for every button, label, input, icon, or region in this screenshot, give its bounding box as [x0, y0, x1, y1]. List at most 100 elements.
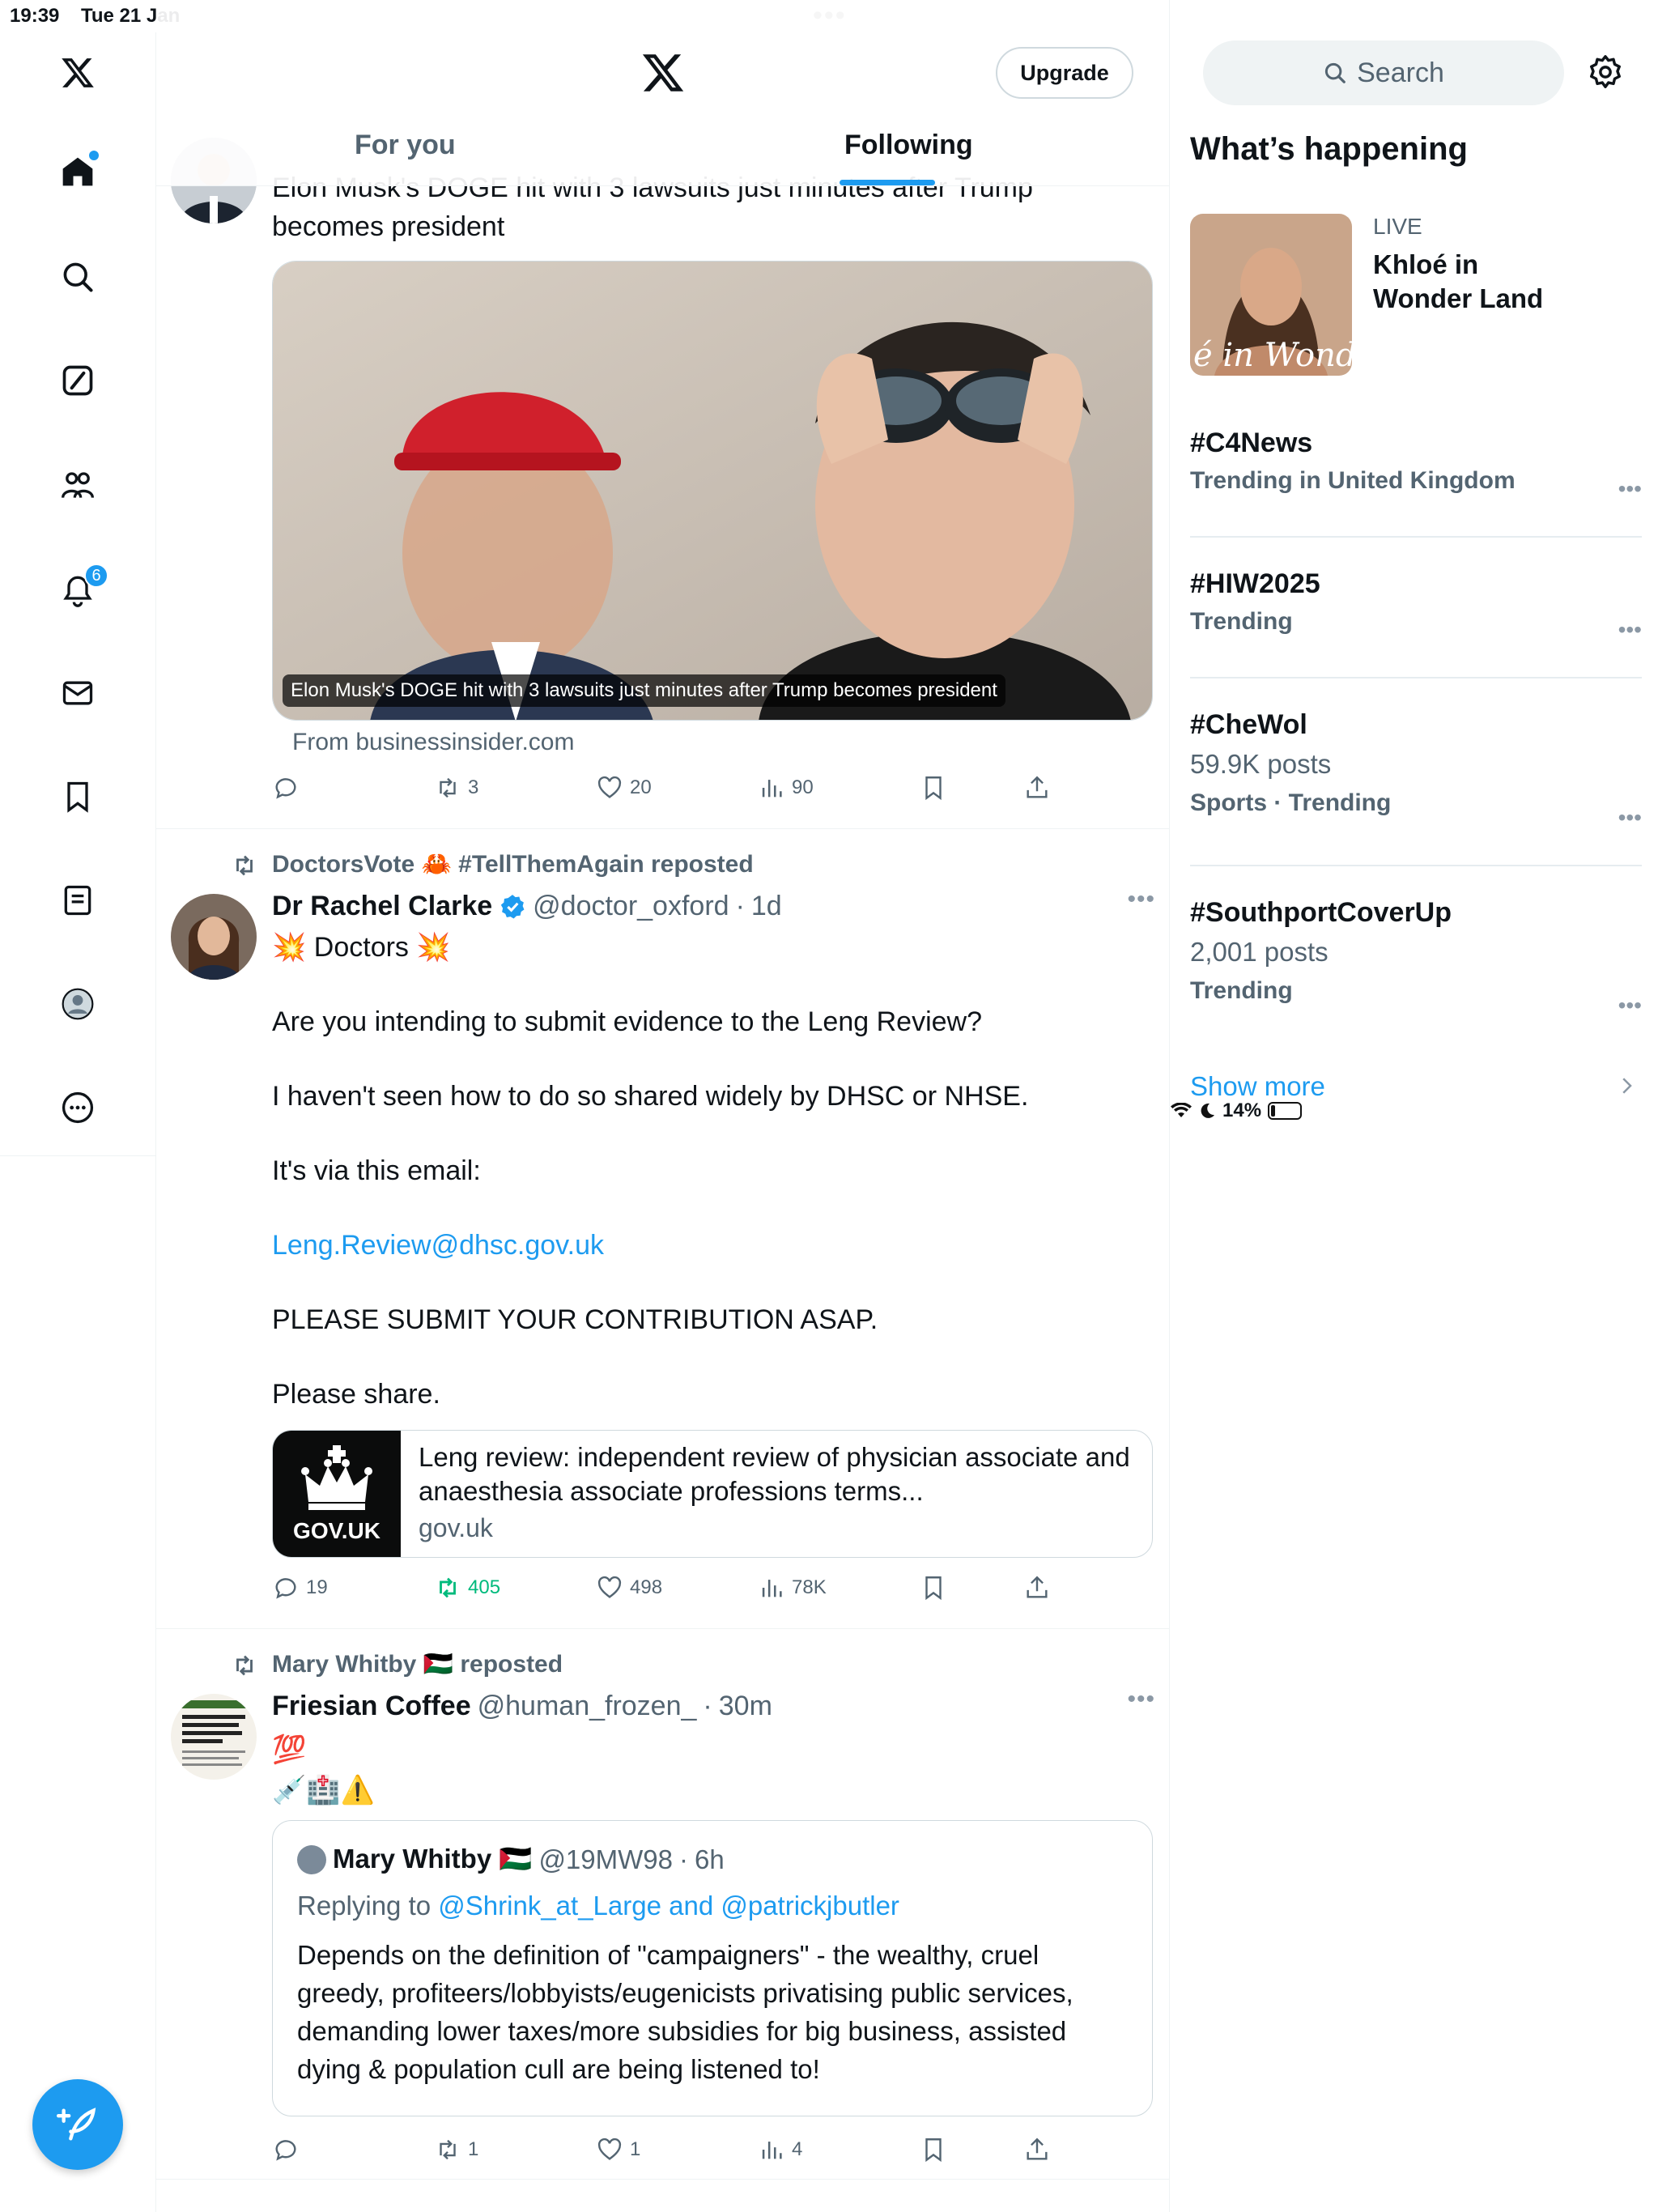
repost-icon	[440, 2139, 456, 2160]
post-header: Dr Rachel Clarke @doctor_oxford · 1d	[272, 891, 782, 922]
post-text: 💯 💉🏥⚠️	[272, 1729, 375, 1810]
repost-button[interactable]: 1	[434, 2136, 478, 2163]
author-name[interactable]: Friesian Coffee	[272, 1691, 471, 1722]
quoted-post[interactable]: Mary Whitby 🇵🇸 @19MW98 · 6h Replying to …	[272, 1820, 1153, 2116]
share-upload-icon	[1027, 1576, 1048, 1598]
heart-icon	[597, 776, 622, 798]
nav-communities[interactable]	[53, 462, 102, 510]
nav-search[interactable]	[53, 253, 102, 301]
reply-button[interactable]: 19	[272, 1574, 328, 1602]
email-link[interactable]: Leng.Review@dhsc.gov.uk	[272, 1226, 1146, 1265]
trend-item[interactable]: #CheWol 59.9K posts Sports · Trending ••…	[1190, 709, 1642, 830]
govuk-thumbnail: GOV.UK	[273, 1431, 401, 1557]
reply-button[interactable]	[272, 774, 306, 802]
nav-bookmarks[interactable]	[53, 772, 102, 821]
share-upload-icon	[1027, 2138, 1048, 2160]
trend-item[interactable]: #SouthportCoverUp 2,001 posts Trending •…	[1190, 897, 1642, 1018]
quoted-author-name: Mary Whitby 🇵🇸	[333, 1844, 533, 1874]
live-event[interactable]: é in Wonder l LIVE Khloé in Wonder Land	[1190, 214, 1658, 376]
search-input[interactable]: Search	[1203, 40, 1564, 105]
reposted-by[interactable]: DoctorsVote 🦀 #TellThemAgain reposted	[272, 850, 754, 878]
post-more-icon[interactable]: •••	[1127, 886, 1155, 913]
bookmark-button[interactable]	[920, 774, 947, 802]
reposted-by[interactable]: Mary Whitby 🇵🇸 reposted	[272, 1650, 563, 1678]
share-button[interactable]	[1023, 2136, 1051, 2163]
post-time[interactable]: 1d	[751, 891, 782, 922]
post-more-icon[interactable]: •••	[1127, 1686, 1155, 1713]
post-friesian-coffee[interactable]: Mary Whitby 🇵🇸 reposted Friesian Coffee …	[156, 1629, 1169, 2180]
nav-more[interactable]	[53, 1083, 102, 1132]
like-button[interactable]: 498	[596, 1574, 662, 1602]
share-upload-icon	[1027, 776, 1048, 798]
nav-profile[interactable]	[53, 980, 102, 1028]
link-source[interactable]: From businessinsider.com	[292, 729, 574, 756]
view-count: 4	[792, 2138, 803, 2160]
lists-icon	[64, 885, 91, 916]
trend-item[interactable]: #HIW2025 Trending •••	[1190, 568, 1642, 642]
views-chart-icon	[762, 1580, 782, 1597]
author-handle[interactable]: @doctor_oxford	[533, 891, 729, 922]
nav-notifications[interactable]: 6	[53, 564, 108, 614]
settings-gear-icon[interactable]	[1587, 53, 1624, 91]
tab-following[interactable]: Following	[844, 130, 973, 161]
like-button[interactable]: 20	[596, 774, 652, 802]
repost-icon	[236, 1655, 253, 1676]
post-emoji-line: 💉🏥⚠️	[272, 1775, 376, 1806]
author-handle[interactable]: @human_frozen_	[478, 1691, 697, 1722]
post-actions: 19 405 498 78K	[272, 1574, 1082, 1606]
trend-item[interactable]: #C4News Trending in United Kingdom •••	[1190, 428, 1642, 501]
x-logo-icon[interactable]	[640, 50, 686, 96]
trend-more-icon[interactable]: •••	[1618, 805, 1642, 831]
trend-context: Trending	[1190, 977, 1293, 1004]
like-button[interactable]: 1	[596, 2136, 640, 2163]
post-rachel-clarke[interactable]: DoctorsVote 🦀 #TellThemAgain reposted Dr…	[156, 829, 1169, 1629]
bookmark-button[interactable]	[920, 2136, 947, 2163]
repost-icon	[440, 777, 456, 798]
repost-count: 3	[468, 776, 479, 798]
reply-button[interactable]	[272, 2136, 306, 2163]
post-paragraph: PLEASE SUBMIT YOUR CONTRIBUTION ASAP.	[272, 1304, 878, 1335]
post-avatar[interactable]	[171, 894, 257, 980]
x-logo-icon[interactable]	[53, 49, 102, 97]
post-text: 💥 Doctors 💥 Are you intending to submit …	[272, 928, 1146, 1414]
post-avatar[interactable]	[171, 1694, 257, 1780]
post-link-image[interactable]: Elon Musk's DOGE hit with 3 lawsuits jus…	[272, 261, 1153, 721]
trend-more-icon[interactable]: •••	[1618, 617, 1642, 643]
views-button[interactable]: 4	[758, 2136, 802, 2163]
upgrade-button[interactable]: Upgrade	[996, 47, 1133, 99]
tab-for-you[interactable]: For you	[355, 130, 456, 161]
post-time[interactable]: 30m	[719, 1691, 772, 1722]
repost-count: 1	[468, 2138, 479, 2160]
compose-post-button[interactable]	[32, 2079, 123, 2170]
nav-lists[interactable]	[53, 876, 102, 925]
share-button[interactable]	[1023, 774, 1051, 802]
repost-button[interactable]: 3	[434, 774, 478, 802]
reply-count: 19	[306, 1576, 328, 1598]
nav-home[interactable]	[53, 147, 102, 196]
views-button[interactable]: 90	[758, 774, 814, 802]
left-navigation: 6	[0, 32, 156, 1156]
nav-grok[interactable]	[53, 356, 102, 405]
status-time: 19:39	[10, 5, 60, 27]
separator-dot: ·	[735, 891, 745, 921]
show-more-link[interactable]: Show more	[1190, 1071, 1325, 1102]
post-emoji-line: 💯	[272, 1734, 307, 1765]
reply-icon	[275, 1578, 296, 1599]
share-button[interactable]	[1023, 1574, 1051, 1602]
link-card[interactable]: GOV.UK Leng review: independent review o…	[272, 1430, 1153, 1558]
image-caption: Elon Musk's DOGE hit with 3 lawsuits jus…	[283, 674, 1005, 707]
post-actions: 1 1 4	[272, 2136, 1082, 2168]
repost-button[interactable]: 405	[434, 1574, 500, 1602]
live-label: LIVE	[1373, 214, 1422, 239]
trend-more-icon[interactable]: •••	[1618, 993, 1642, 1019]
separator-dot: ·	[703, 1691, 712, 1721]
replying-to-handles[interactable]: @Shrink_at_Large and @patrickjbutler	[438, 1891, 899, 1921]
trend-more-icon[interactable]: •••	[1618, 476, 1642, 502]
views-button[interactable]: 78K	[758, 1574, 827, 1602]
link-card-title: Leng review: independent review of physi…	[419, 1442, 1130, 1506]
author-name[interactable]: Dr Rachel Clarke	[272, 891, 492, 922]
nav-messages[interactable]	[53, 669, 102, 717]
verified-badge-icon	[500, 894, 525, 918]
like-count: 498	[630, 1576, 663, 1598]
bookmark-button[interactable]	[920, 1574, 947, 1602]
